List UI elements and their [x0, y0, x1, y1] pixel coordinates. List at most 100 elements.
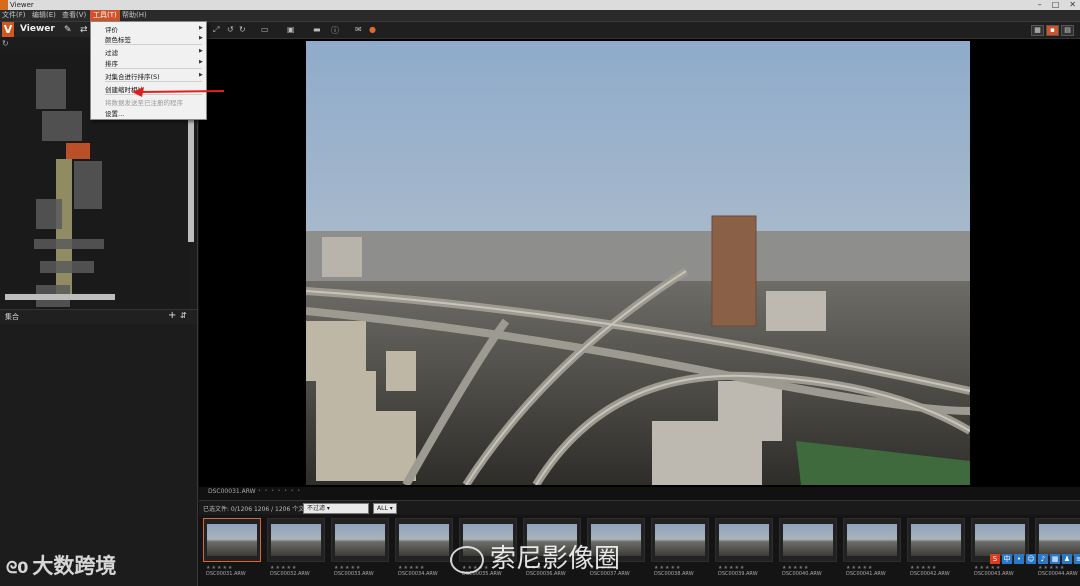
menu-separator: [105, 44, 202, 45]
filter-select[interactable]: 不过滤 ▾: [303, 503, 369, 514]
menu-separator: [105, 81, 202, 82]
image-viewer[interactable]: [199, 39, 1080, 487]
thumbnail-filename: DSC00042.ARW: [910, 571, 950, 577]
ime-lang-icon[interactable]: 中: [1002, 554, 1012, 564]
tools-dropdown-menu: 评价 ▶ 颜色标签 ▶ 过滤 ▶ 排序 ▶ 对集合进行排序(S) ▶ 创建缩时相…: [90, 21, 207, 120]
filmstrip-thumbnail[interactable]: ★★★★★ DSC00031.ARW: [203, 518, 261, 577]
tree-item[interactable]: [34, 239, 104, 249]
tree-horizontal-scrollbar[interactable]: [5, 294, 115, 300]
app-logo-icon: [0, 0, 8, 10]
record-icon[interactable]: ●: [369, 25, 376, 34]
menu-item-rating[interactable]: 评价: [105, 24, 118, 34]
tree-item[interactable]: [40, 261, 94, 273]
filmstrip-thumbnail[interactable]: ★★★★★ DSC00033.ARW: [331, 518, 389, 577]
filter-bar: 已选文件: 0/1206 1206 / 1206 个文件 不过滤 ▾ ALL ▾: [199, 500, 1080, 515]
rotate-left-icon[interactable]: ↺: [227, 25, 234, 34]
thumbnail-image: [399, 524, 449, 556]
slideshow-icon[interactable]: ▣: [287, 25, 295, 34]
menu-edit[interactable]: 编辑(E): [32, 10, 56, 21]
thumbnail-filename: DSC00041.ARW: [846, 571, 886, 577]
tree-item[interactable]: [36, 199, 62, 229]
ime-emoji-icon[interactable]: ☺: [1026, 554, 1036, 564]
thumbnail-image: [1039, 524, 1080, 556]
current-filename: DSC00031.ARW: [208, 488, 256, 495]
maximize-icon[interactable]: □: [1052, 0, 1060, 10]
thumbnail-image: [271, 524, 321, 556]
refresh-icon[interactable]: ↻: [2, 39, 9, 48]
filmstrip-thumbnail[interactable]: ★★★★★ DSC00038.ARW: [651, 518, 709, 577]
submenu-arrow-icon: ▶: [199, 35, 203, 41]
menu-item-filter[interactable]: 过滤: [105, 47, 118, 57]
watermark-left-text: 大数跨境: [32, 554, 117, 578]
grid-view-button[interactable]: ▦: [1031, 25, 1044, 36]
add-collection-icon[interactable]: +: [168, 310, 176, 321]
collection-bar: 集合 + ⇵: [0, 309, 197, 324]
submenu-arrow-icon: ▶: [199, 72, 203, 78]
thumbnail-image: [847, 524, 897, 556]
thumbnail-image: [719, 524, 769, 556]
filmstrip-thumbnail[interactable]: ★★★★★ DSC00039.ARW: [715, 518, 773, 577]
filmstrip[interactable]: ★★★★★ DSC00031.ARW ★★★★★ DSC00032.ARW ★★★★★ D…: [199, 515, 1080, 586]
thumbnail-filename: DSC00043.ARW: [974, 571, 1014, 577]
weibo-icon: [450, 545, 484, 574]
tree-item[interactable]: [36, 69, 66, 109]
ime-menu-icon[interactable]: ≡: [1074, 554, 1080, 564]
watermark-center-text: 索尼影像圈: [490, 544, 621, 574]
filmstrip-thumbnail[interactable]: ★★★★★ DSC00034.ARW: [395, 518, 453, 577]
info-icon[interactable]: ⓘ: [331, 25, 339, 36]
thumbnail-filename: DSC00040.ARW: [782, 571, 822, 577]
filmstrip-thumbnail[interactable]: ★★★★★ DSC00032.ARW: [267, 518, 325, 577]
all-select-value: ALL: [377, 505, 388, 512]
tree-item-selected[interactable]: [66, 143, 90, 159]
menu-item-sort-collection[interactable]: 对集合进行排序(S): [105, 71, 160, 81]
minimize-icon[interactable]: –: [1038, 0, 1042, 10]
app-name: Viewer: [20, 24, 55, 34]
fit-screen-icon[interactable]: ⤢: [213, 25, 219, 35]
ime-keyboard-icon[interactable]: ▦: [1050, 554, 1060, 564]
main-photo: [306, 41, 970, 485]
ime-logo-icon[interactable]: S: [990, 554, 1000, 564]
single-view-button[interactable]: ▪: [1046, 25, 1059, 36]
tree-item[interactable]: [74, 161, 102, 209]
ime-toolbar[interactable]: S 中 • ☺ ♪ ▦ ♟ ≡: [990, 554, 1080, 566]
menu-item-sort[interactable]: 排序: [105, 58, 118, 68]
rotate-right-icon[interactable]: ↻: [239, 25, 246, 34]
collection-label: 集合: [5, 313, 19, 321]
filmstrip-thumbnail[interactable]: ★★★★★ DSC00042.ARW: [907, 518, 965, 577]
window-title: Viewer: [10, 1, 34, 9]
menu-item-color-label[interactable]: 颜色标签: [105, 34, 131, 44]
ime-mic-icon[interactable]: ♪: [1038, 554, 1048, 564]
menu-help[interactable]: 帮助(H): [122, 10, 147, 21]
ime-punct-icon[interactable]: •: [1014, 554, 1024, 564]
edit-icon[interactable]: ✎: [64, 25, 72, 35]
rating-dots[interactable]: • • • • • • •: [258, 488, 301, 494]
watermark-left: ᘓ0 大数跨境: [6, 550, 116, 580]
submenu-arrow-icon: ▶: [199, 48, 203, 54]
filmstrip-thumbnail[interactable]: ★★★★★ DSC00041.ARW: [843, 518, 901, 577]
menu-item-settings[interactable]: 设置...: [105, 108, 124, 118]
menu-view[interactable]: 查看(V): [62, 10, 86, 21]
sort-collection-icon[interactable]: ⇵: [180, 311, 187, 320]
submenu-arrow-icon: ▶: [199, 25, 203, 31]
filmstrip-thumbnail[interactable]: ★★★★★ DSC00040.ARW: [779, 518, 837, 577]
thumbnail-filename: DSC00032.ARW: [270, 571, 310, 577]
menu-separator: [105, 68, 202, 69]
menu-file[interactable]: 文件(F): [2, 10, 26, 21]
watermark-center: 索尼影像圈: [450, 538, 620, 575]
ime-user-icon[interactable]: ♟: [1062, 554, 1072, 564]
filmstrip-view-button[interactable]: ▤: [1061, 25, 1074, 36]
tree-item[interactable]: [56, 159, 72, 299]
mail-icon[interactable]: ✉: [355, 25, 362, 34]
viewer-toolbar: ⤢ ↺ ↻ ▭ ▣ ▬ ⓘ ✉ ● ▦ ▪ ▤: [199, 22, 1080, 39]
thumbnail-image: [335, 524, 385, 556]
all-select[interactable]: ALL ▾: [373, 503, 397, 514]
image-info-icon[interactable]: ▬: [313, 25, 321, 34]
export-icon[interactable]: ⇄: [80, 25, 88, 35]
close-icon[interactable]: ✕: [1069, 0, 1076, 10]
viewer-logo-icon: V: [2, 22, 14, 37]
thumbnail-image: [975, 524, 1025, 556]
menu-tools[interactable]: 工具(T): [90, 10, 120, 21]
tree-item[interactable]: [42, 111, 82, 141]
thumbnail-filename: DSC00031.ARW: [206, 571, 246, 577]
compare-icon[interactable]: ▭: [261, 25, 269, 34]
